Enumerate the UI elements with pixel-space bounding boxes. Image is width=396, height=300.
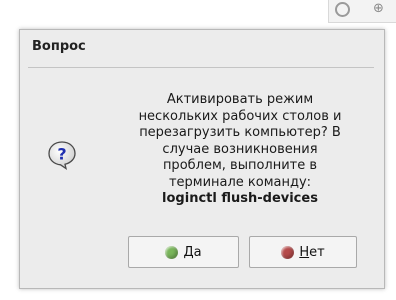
yes-button[interactable]: Да [128,236,239,268]
red-dot-icon [281,245,295,259]
message-text: Активировать режим нескольких рабочих ст… [138,92,342,190]
command-text: loginctl flush-devices [162,191,318,206]
dialog-title: Вопрос [32,39,86,54]
dialog-message: Активировать режим нескольких рабочих ст… [115,92,365,208]
no-mnemonic: Н [299,244,310,260]
yes-button-label: Да [183,245,201,260]
title-divider [28,67,374,68]
no-button-label: Нет [299,245,324,260]
background-window-edge: ⊕ [328,0,396,23]
yes-label-rest: а [193,244,202,260]
background-glyph-icon: ⊕ [373,1,384,16]
no-label-rest: ет [309,244,325,260]
no-button[interactable]: Нет [249,236,357,268]
green-dot-icon [165,245,179,259]
svg-text:?: ? [57,145,66,164]
question-icon: ? [48,141,76,170]
search-icon [335,2,350,17]
dialog-titlebar: Вопрос [20,30,384,64]
yes-mnemonic: Д [183,244,194,260]
question-dialog: Вопрос ? Активировать режим нескольких р… [19,29,385,289]
